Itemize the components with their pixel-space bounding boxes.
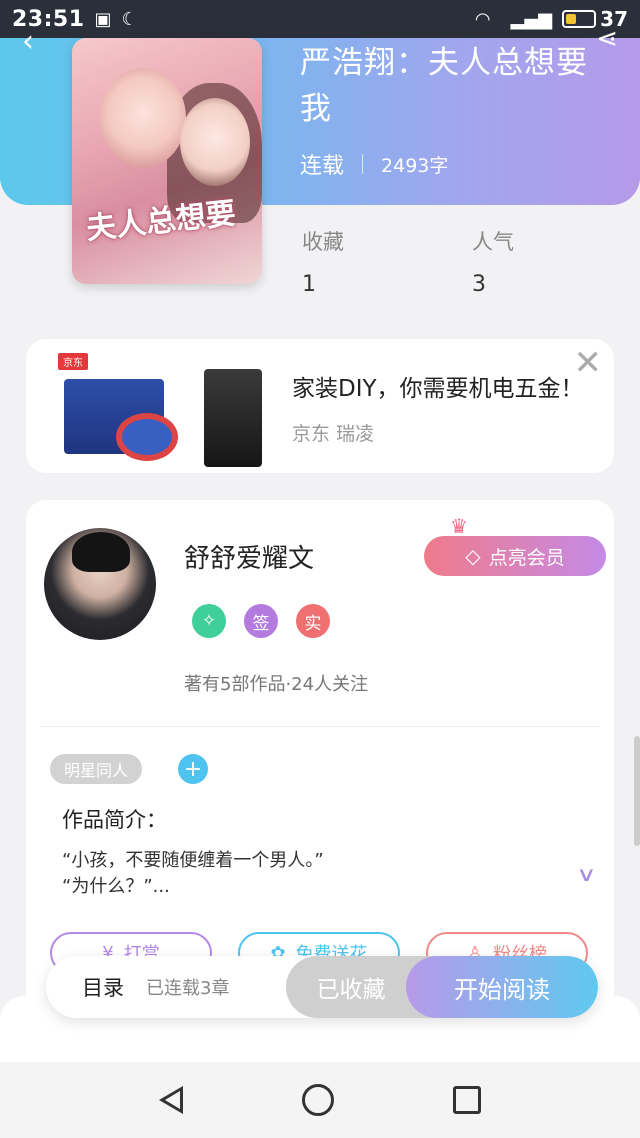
add-tag-button[interactable]: + <box>178 754 208 784</box>
book-cover[interactable]: 夫人总想要 <box>72 38 262 284</box>
cover-art <box>100 68 186 168</box>
author-works: 著有5部作品·24人关注 <box>184 674 369 695</box>
stat-value: 1 <box>302 272 316 297</box>
close-icon[interactable]: ✕ <box>574 343 603 383</box>
read-label: 开始阅读 <box>454 975 550 1004</box>
intro-line: “小孩，不要随便缠着一个男人。” <box>62 850 324 871</box>
chapter-count: 已连载3章 <box>146 978 230 999</box>
divider <box>40 726 600 727</box>
cover-title: 夫人总想要 <box>84 196 238 247</box>
intro-heading: 作品简介： <box>62 808 167 832</box>
signed-badge: 签 <box>244 604 278 638</box>
stat-label: 收藏 <box>302 230 344 254</box>
author-badges: ✧ 签 实 <box>192 604 330 638</box>
nav-recents-icon[interactable] <box>452 1086 481 1114</box>
ad-banner[interactable]: 京东 家装DIY，你需要机电五金！ 京东 瑞凌 ✕ <box>26 339 614 473</box>
intro-line: “为什么？”... <box>62 876 170 897</box>
chevron-down-icon[interactable]: ∨ <box>576 862 596 886</box>
image-icon: ▣ <box>94 8 112 30</box>
ad-title: 家装DIY，你需要机电五金！ <box>292 376 584 402</box>
signal-icon: ▂▄▆ <box>510 8 553 30</box>
battery-indicator: 37 <box>562 7 628 31</box>
stat-label: 人气 <box>472 230 514 254</box>
cover-art <box>180 98 250 186</box>
status-bar: 23:51 ▣ ☾ ◠ ▂▄▆ 37 <box>0 0 640 38</box>
gem-icon: ◇ <box>465 544 481 568</box>
favorited-label: 已收藏 <box>316 977 386 1003</box>
toc-button[interactable]: 目录 <box>82 972 124 1002</box>
book-title: 严浩翔：夫人总想要我 <box>300 45 588 127</box>
start-reading-button[interactable]: 开始阅读 <box>406 956 598 1018</box>
ad-subtitle: 京东 瑞凌 <box>292 423 375 445</box>
wifi-icon: ◠ <box>474 8 491 30</box>
stat-favorites: 收藏 1 <box>302 226 472 297</box>
author-name[interactable]: 舒舒爱耀文 <box>184 538 314 575</box>
divider <box>362 154 364 174</box>
product-image <box>204 369 262 467</box>
nav-back-icon[interactable] <box>159 1086 184 1114</box>
book-stats: 收藏 1 人气 3 <box>302 226 640 297</box>
crown-icon: ♛ <box>450 514 468 538</box>
ad-logo: 京东 <box>58 353 88 370</box>
book-status: 连载 <box>300 154 345 179</box>
product-image <box>116 413 178 461</box>
handshake-badge-icon: ✧ <box>192 604 226 638</box>
vip-label: 点亮会员 <box>488 546 565 569</box>
system-nav-bar <box>0 1062 640 1138</box>
verified-badge: 实 <box>296 604 330 638</box>
vip-button[interactable]: ◇ 点亮会员 <box>424 536 606 576</box>
moon-icon: ☾ <box>121 8 138 30</box>
battery-icon <box>562 10 597 28</box>
scrollbar[interactable] <box>634 736 640 846</box>
intro-text: “小孩，不要随便缠着一个男人。” “为什么？”... <box>62 848 542 900</box>
book-meta: 连载 2493字 <box>300 148 448 180</box>
word-count: 2493字 <box>381 154 449 177</box>
nav-home-icon[interactable] <box>301 1084 334 1116</box>
back-icon[interactable]: ‹ <box>22 24 34 59</box>
genre-tag[interactable]: 明星同人 <box>50 754 143 784</box>
share-icon[interactable]: ⋖ <box>596 24 618 54</box>
author-avatar[interactable] <box>44 528 156 640</box>
bottom-action-bar: 目录 已连载3章 已收藏 开始阅读 <box>46 956 598 1018</box>
stat-value: 3 <box>472 272 486 297</box>
stat-popularity: 人气 3 <box>472 226 640 297</box>
